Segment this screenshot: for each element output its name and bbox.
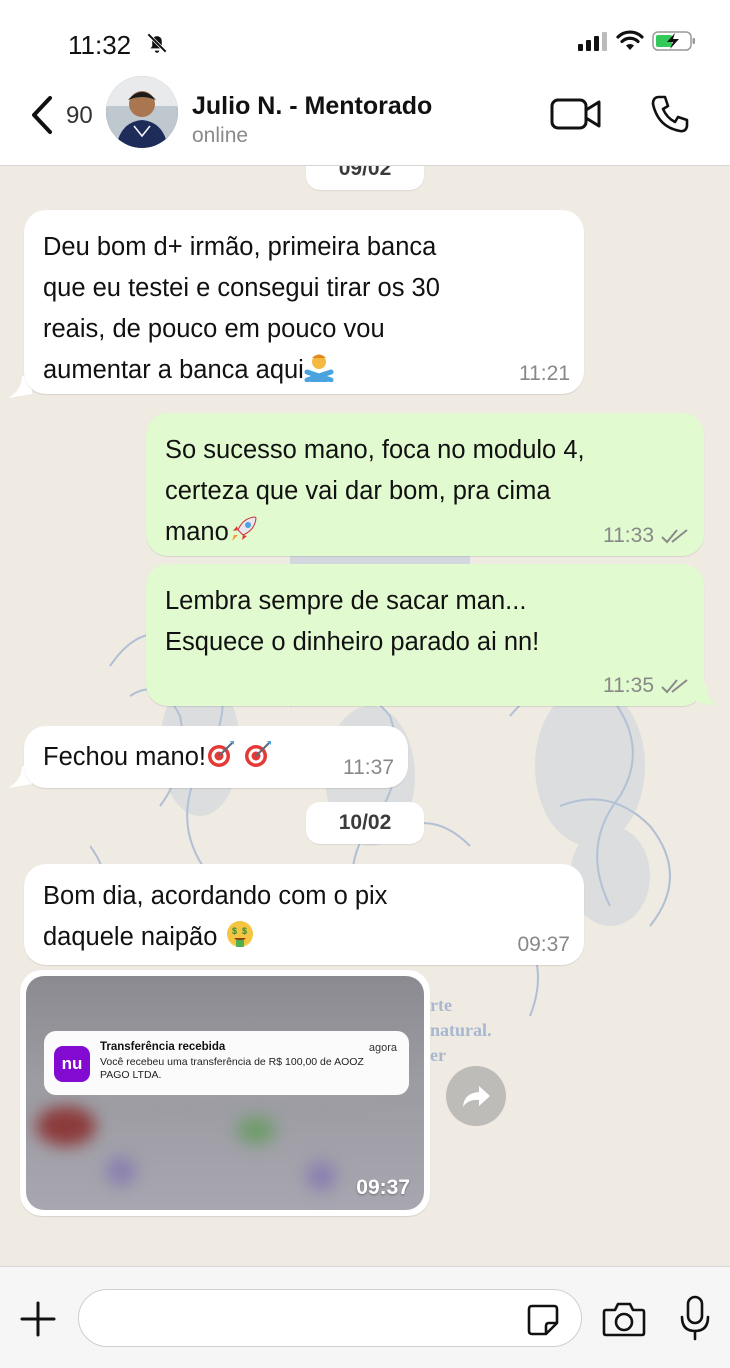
share-forward-button[interactable] xyxy=(446,1066,506,1126)
phone-icon[interactable] xyxy=(650,94,690,134)
person-gesturing-no-emoji xyxy=(304,352,334,395)
image-message[interactable]: nu Transferência recebida agora Você rec… xyxy=(20,970,430,1216)
message-time: 11:35 xyxy=(603,674,690,698)
unread-count[interactable]: 90 xyxy=(66,102,93,130)
svg-text:$: $ xyxy=(232,926,237,936)
double-check-icon xyxy=(661,679,688,694)
svg-text:$: $ xyxy=(242,926,247,936)
message-text: Bom dia, acordando com o pix daquele nai… xyxy=(43,876,387,962)
target-emoji xyxy=(243,739,273,782)
plus-icon[interactable] xyxy=(20,1301,56,1337)
wallpaper-text-1: rte xyxy=(430,995,452,1015)
message-input[interactable] xyxy=(78,1289,582,1347)
message-time: 11:37 xyxy=(343,756,394,779)
notification-title: Transferência recebida xyxy=(100,1041,226,1053)
camera-icon[interactable] xyxy=(602,1301,646,1337)
status-time: 11:32 xyxy=(68,30,132,60)
status-bar: 11:32 xyxy=(0,0,730,80)
share-forward-icon xyxy=(463,1086,490,1107)
money-mouth-emoji: $ $ xyxy=(225,919,255,962)
chat-area[interactable]: rte natural. er 09/02 Deu bom d+ irmão, … xyxy=(0,166,730,1266)
wifi-icon xyxy=(616,30,644,50)
signal-icon xyxy=(578,32,607,51)
message-text: Deu bom d+ irmão, primeira banca que eu … xyxy=(43,227,440,395)
sticker-icon[interactable] xyxy=(526,1303,560,1337)
microphone-icon[interactable] xyxy=(678,1295,712,1341)
bank-notification: nu Transferência recebida agora Você rec… xyxy=(44,1031,409,1095)
notification-body: Você recebeu uma transferência de R$ 100… xyxy=(100,1056,364,1081)
contact-name[interactable]: Julio N. - Mentorado xyxy=(192,92,432,121)
battery-charging-icon xyxy=(652,31,695,51)
double-check-icon xyxy=(661,529,688,544)
chat-header: 90 Julio N. - Mentorado online xyxy=(0,70,730,166)
avatar[interactable] xyxy=(106,76,178,148)
message-outgoing[interactable]: Lembra sempre de sacar man... Esquece o … xyxy=(146,564,704,706)
date-separator: 09/02 xyxy=(306,166,424,190)
video-camera-icon[interactable] xyxy=(550,96,602,132)
wallpaper-text-2: natural. xyxy=(430,1020,492,1040)
rocket-emoji xyxy=(229,514,259,557)
nubank-logo: nu xyxy=(54,1046,90,1082)
bubble-tail xyxy=(696,682,718,706)
message-incoming[interactable]: Fechou mano! 11:37 xyxy=(24,726,408,788)
message-text: So sucesso mano, foca no modulo 4, certe… xyxy=(165,430,585,557)
wallpaper-text-3: er xyxy=(430,1045,446,1065)
message-time: 09:37 xyxy=(517,933,570,956)
message-time: 11:33 xyxy=(603,524,690,548)
message-time: 11:21 xyxy=(519,362,570,385)
target-emoji xyxy=(206,739,236,782)
message-text: Lembra sempre de sacar man... Esquece o … xyxy=(165,587,540,656)
message-incoming[interactable]: Deu bom d+ irmão, primeira banca que eu … xyxy=(24,210,584,394)
back-chevron-icon[interactable] xyxy=(26,92,60,138)
message-incoming[interactable]: Bom dia, acordando com o pix daquele nai… xyxy=(24,864,584,965)
notification-time: agora xyxy=(368,1042,397,1054)
status-icons xyxy=(578,30,696,52)
message-time: 09:37 xyxy=(356,1176,410,1199)
bell-off-icon xyxy=(147,33,167,53)
date-separator: 10/02 xyxy=(306,802,424,844)
contact-status: online xyxy=(192,124,249,147)
message-input-bar xyxy=(0,1266,730,1368)
message-text: Fechou mano! xyxy=(43,737,273,782)
image-preview[interactable]: nu Transferência recebida agora Você rec… xyxy=(26,976,424,1210)
message-outgoing[interactable]: So sucesso mano, foca no modulo 4, certe… xyxy=(146,413,704,556)
